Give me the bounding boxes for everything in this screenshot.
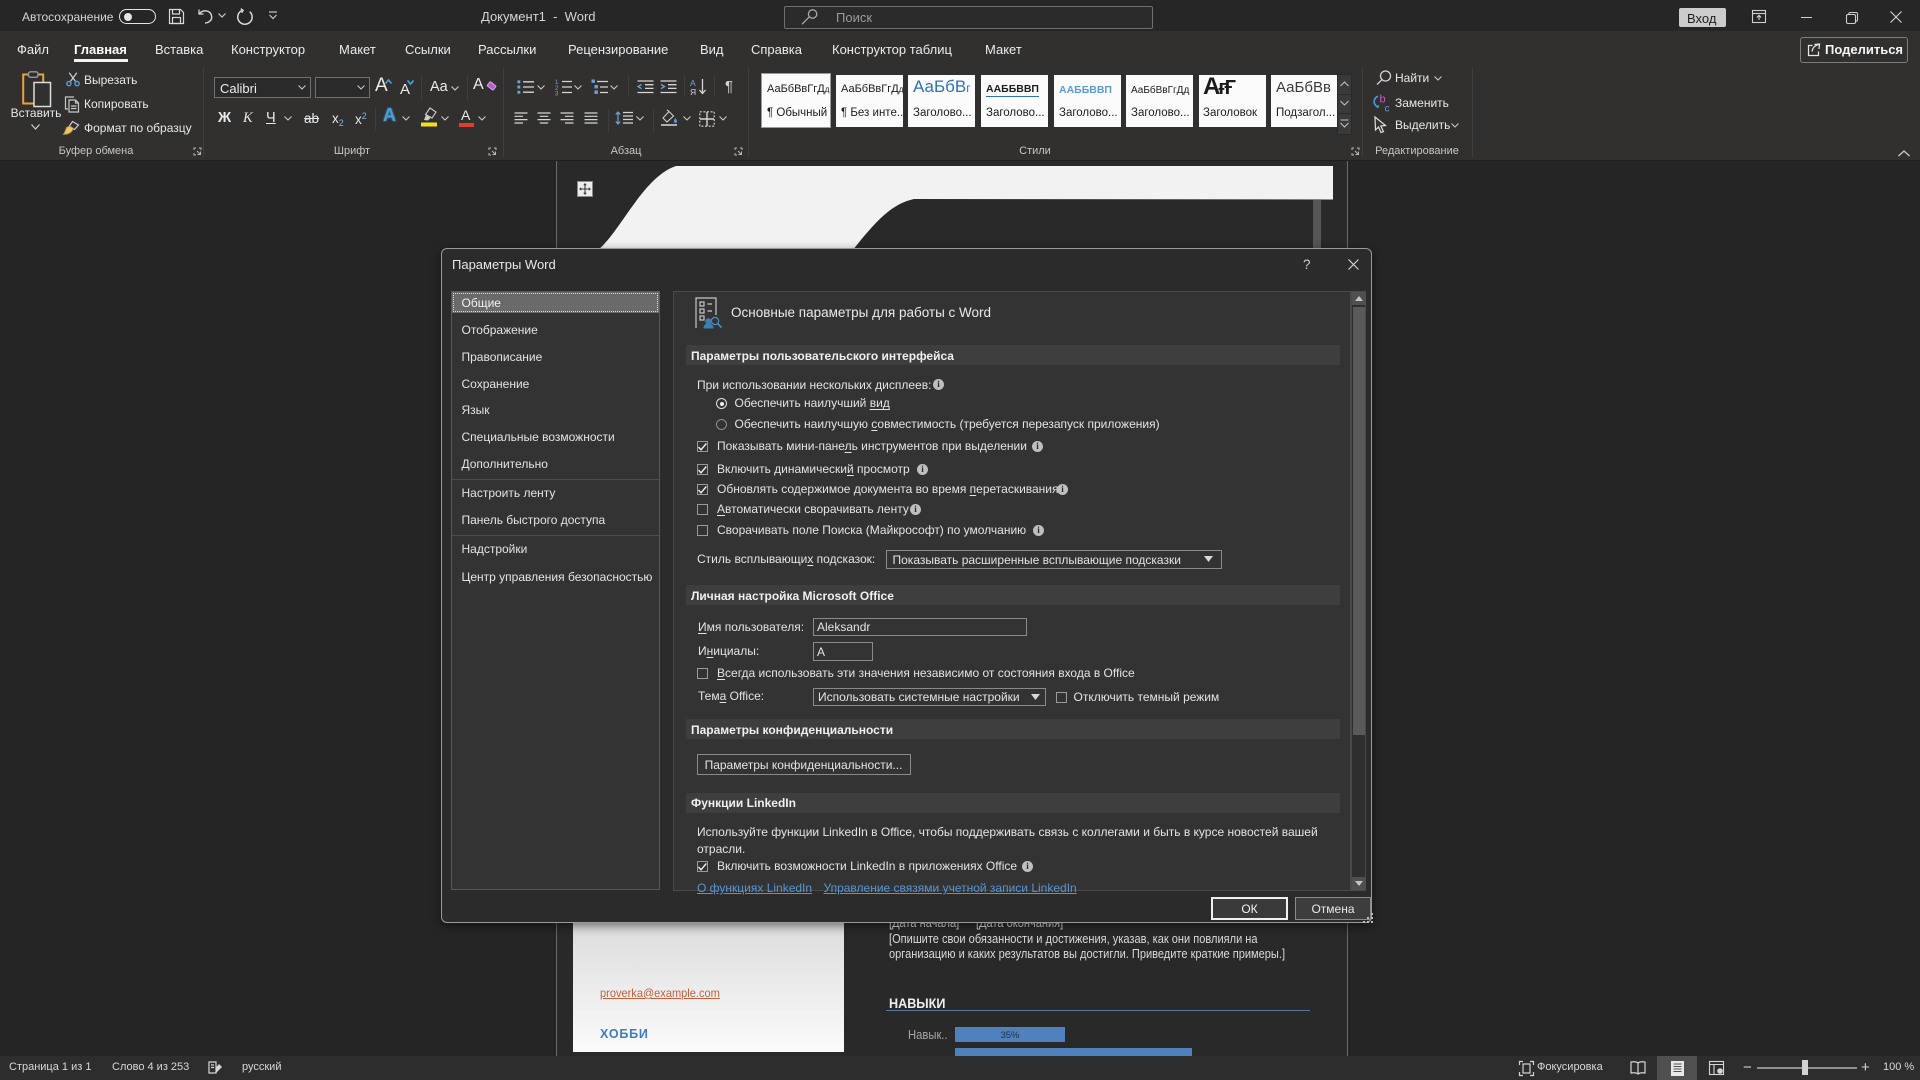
svg-text:3: 3 <box>555 92 559 98</box>
svg-text:c: c <box>1385 104 1390 115</box>
svg-text:Я: Я <box>690 87 696 97</box>
